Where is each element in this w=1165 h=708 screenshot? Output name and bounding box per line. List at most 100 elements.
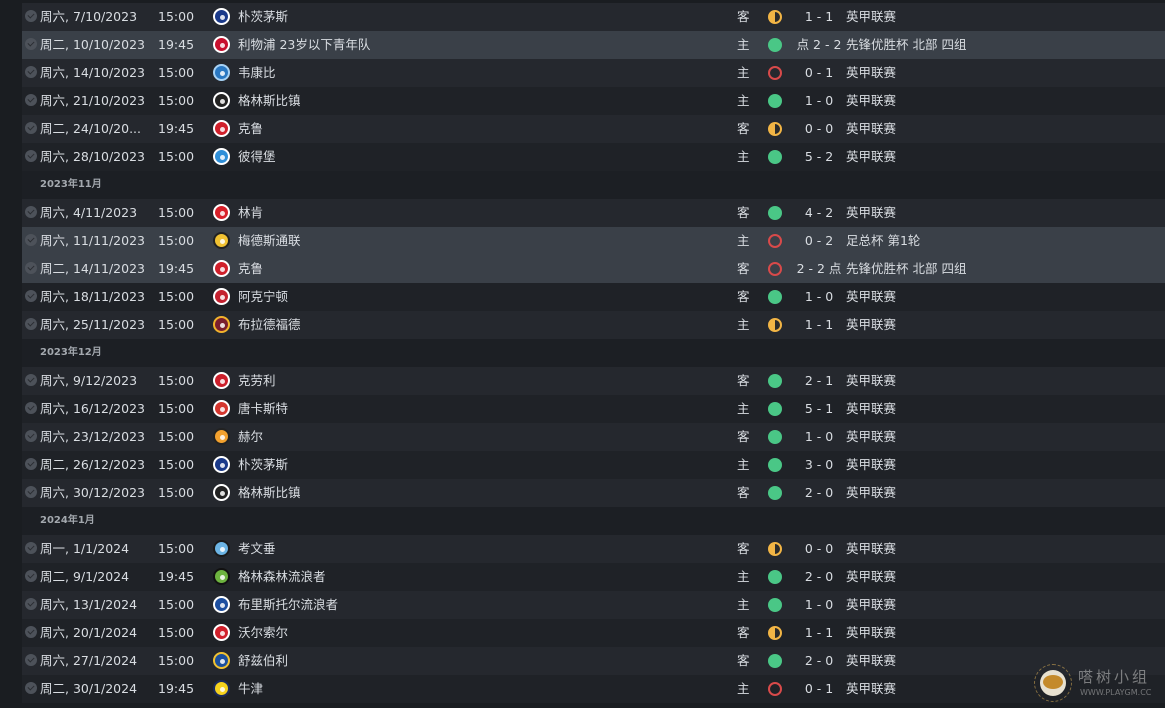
- opponent-name[interactable]: 阿克宁顿: [238, 283, 288, 311]
- opponent-name[interactable]: 利物浦 23岁以下青年队: [238, 31, 370, 59]
- opponent-name[interactable]: 林肯: [238, 199, 263, 227]
- match-score[interactable]: 0 - 0: [788, 115, 850, 143]
- fixture-row[interactable]: 周六, 18/11/2023 15:00 阿克宁顿 客 1 - 0 英甲联赛: [22, 283, 1165, 311]
- match-score[interactable]: 0 - 2: [788, 227, 850, 255]
- fixture-row[interactable]: 周六, 28/10/2023 15:00 彼得堡 主 5 - 2 英甲联赛: [22, 143, 1165, 171]
- competition-name[interactable]: 英甲联赛: [846, 115, 896, 143]
- opponent-name[interactable]: 沃尔索尔: [238, 619, 288, 647]
- competition-name[interactable]: 英甲联赛: [846, 535, 896, 563]
- fixture-row[interactable]: 周一, 1/1/2024 15:00 考文垂 客 0 - 0 英甲联赛: [22, 535, 1165, 563]
- oxford-crest-icon[interactable]: [213, 680, 230, 697]
- match-score[interactable]: 5 - 1: [788, 395, 850, 423]
- fixture-row[interactable]: 周二, 9/1/2024 19:45 格林森林流浪者 主 2 - 0 英甲联赛: [22, 563, 1165, 591]
- shrewsbury-crest-icon[interactable]: [213, 652, 230, 669]
- grimsby-crest-icon[interactable]: [213, 484, 230, 501]
- doncaster-crest-icon[interactable]: [213, 400, 230, 417]
- fixture-row[interactable]: 周二, 26/12/2023 15:00 朴茨茅斯 主 3 - 0 英甲联赛: [22, 451, 1165, 479]
- match-score[interactable]: 2 - 0: [788, 479, 850, 507]
- match-score[interactable]: 0 - 1: [788, 675, 850, 703]
- opponent-name[interactable]: 克鲁: [238, 115, 263, 143]
- opponent-name[interactable]: 朴茨茅斯: [238, 451, 288, 479]
- coventry-crest-icon[interactable]: [213, 540, 230, 557]
- opponent-name[interactable]: 考文垂: [238, 535, 276, 563]
- match-score[interactable]: 1 - 0: [788, 591, 850, 619]
- portsmouth-crest-icon[interactable]: [213, 456, 230, 473]
- fixture-row[interactable]: 周六, 16/12/2023 15:00 唐卡斯特 主 5 - 1 英甲联赛: [22, 395, 1165, 423]
- walsall-crest-icon[interactable]: [213, 624, 230, 641]
- hull-crest-icon[interactable]: [213, 428, 230, 445]
- competition-name[interactable]: 英甲联赛: [846, 619, 896, 647]
- fixture-row[interactable]: 周六, 23/12/2023 15:00 赫尔 客 1 - 0 英甲联赛: [22, 423, 1165, 451]
- fixture-row[interactable]: 周六, 27/1/2024 15:00 舒兹伯利 客 2 - 0 英甲联赛: [22, 647, 1165, 675]
- match-score[interactable]: 5 - 2: [788, 143, 850, 171]
- competition-name[interactable]: 英甲联赛: [846, 311, 896, 339]
- opponent-name[interactable]: 牛津: [238, 675, 263, 703]
- fixture-row[interactable]: 周六, 13/1/2024 15:00 布里斯托尔流浪者 主 1 - 0 英甲联赛: [22, 591, 1165, 619]
- fixture-row[interactable]: 周二, 24/10/20... 19:45 克鲁 客 0 - 0 英甲联赛: [22, 115, 1165, 143]
- competition-name[interactable]: 足总杯 第1轮: [846, 227, 920, 255]
- fixture-row[interactable]: 周六, 21/10/2023 15:00 格林斯比镇 主 1 - 0 英甲联赛: [22, 87, 1165, 115]
- match-score[interactable]: 3 - 0: [788, 451, 850, 479]
- opponent-name[interactable]: 克鲁: [238, 255, 263, 283]
- fixture-row[interactable]: 周六, 11/11/2023 15:00 梅德斯通联 主 0 - 2 足总杯 第1轮: [22, 227, 1165, 255]
- bradford-crest-icon[interactable]: [213, 316, 230, 333]
- match-score[interactable]: 1 - 1: [788, 619, 850, 647]
- forest-green-crest-icon[interactable]: [213, 568, 230, 585]
- match-score[interactable]: 1 - 1: [788, 311, 850, 339]
- fixture-row[interactable]: 周六, 9/12/2023 15:00 克劳利 客 2 - 1 英甲联赛: [22, 367, 1165, 395]
- opponent-name[interactable]: 格林斯比镇: [238, 479, 301, 507]
- grimsby-crest-icon[interactable]: [213, 92, 230, 109]
- fixture-row[interactable]: 周二, 10/10/2023 19:45 利物浦 23岁以下青年队 主 点 2 - 2先…: [22, 31, 1165, 59]
- competition-name[interactable]: 英甲联赛: [846, 367, 896, 395]
- match-score[interactable]: 0 - 0: [788, 535, 850, 563]
- fixture-row[interactable]: 周六, 14/10/2023 15:00 韦康比 主 0 - 1 英甲联赛: [22, 59, 1165, 87]
- competition-name[interactable]: 先锋优胜杯 北部 四组: [846, 31, 966, 59]
- match-score[interactable]: 1 - 0: [788, 423, 850, 451]
- opponent-name[interactable]: 韦康比: [238, 59, 276, 87]
- wycombe-crest-icon[interactable]: [213, 64, 230, 81]
- match-score[interactable]: 2 - 0: [788, 647, 850, 675]
- opponent-name[interactable]: 布拉德福德: [238, 311, 301, 339]
- competition-name[interactable]: 英甲联赛: [846, 647, 896, 675]
- opponent-name[interactable]: 朴茨茅斯: [238, 3, 288, 31]
- liverpool-crest-icon[interactable]: [213, 36, 230, 53]
- peterborough-crest-icon[interactable]: [213, 148, 230, 165]
- fixture-row[interactable]: 周六, 4/11/2023 15:00 林肯 客 4 - 2 英甲联赛: [22, 199, 1165, 227]
- fixture-row[interactable]: 周二, 30/1/2024 19:45 牛津 主 0 - 1 英甲联赛: [22, 675, 1165, 703]
- portsmouth-crest-icon[interactable]: [213, 8, 230, 25]
- opponent-name[interactable]: 唐卡斯特: [238, 395, 288, 423]
- competition-name[interactable]: 英甲联赛: [846, 283, 896, 311]
- competition-name[interactable]: 英甲联赛: [846, 451, 896, 479]
- fixture-row[interactable]: 周六, 7/10/2023 15:00 朴茨茅斯 客 1 - 1 英甲联赛: [22, 3, 1165, 31]
- competition-name[interactable]: 英甲联赛: [846, 87, 896, 115]
- competition-name[interactable]: 英甲联赛: [846, 591, 896, 619]
- competition-name[interactable]: 英甲联赛: [846, 143, 896, 171]
- competition-name[interactable]: 英甲联赛: [846, 675, 896, 703]
- fixture-row[interactable]: 周二, 14/11/2023 19:45 克鲁 客 2 - 2 点先锋优胜杯 北部 四组: [22, 255, 1165, 283]
- competition-name[interactable]: 英甲联赛: [846, 3, 896, 31]
- match-score[interactable]: 1 - 0: [788, 283, 850, 311]
- opponent-name[interactable]: 赫尔: [238, 423, 263, 451]
- competition-name[interactable]: 英甲联赛: [846, 59, 896, 87]
- competition-name[interactable]: 英甲联赛: [846, 395, 896, 423]
- match-score[interactable]: 2 - 1: [788, 367, 850, 395]
- opponent-name[interactable]: 格林斯比镇: [238, 87, 301, 115]
- match-score[interactable]: 0 - 1: [788, 59, 850, 87]
- competition-name[interactable]: 先锋优胜杯 北部 四组: [846, 255, 966, 283]
- opponent-name[interactable]: 梅德斯通联: [238, 227, 301, 255]
- match-score[interactable]: 2 - 2 点: [788, 255, 850, 283]
- match-score[interactable]: 1 - 0: [788, 87, 850, 115]
- competition-name[interactable]: 英甲联赛: [846, 479, 896, 507]
- match-score[interactable]: 点 2 - 2: [788, 31, 850, 59]
- lincoln-crest-icon[interactable]: [213, 204, 230, 221]
- fixture-row[interactable]: 周六, 30/12/2023 15:00 格林斯比镇 客 2 - 0 英甲联赛: [22, 479, 1165, 507]
- bristol-rovers-crest-icon[interactable]: [213, 596, 230, 613]
- competition-name[interactable]: 英甲联赛: [846, 423, 896, 451]
- opponent-name[interactable]: 舒兹伯利: [238, 647, 288, 675]
- opponent-name[interactable]: 彼得堡: [238, 143, 276, 171]
- maidstone-crest-icon[interactable]: [213, 232, 230, 249]
- fixture-row[interactable]: 周六, 20/1/2024 15:00 沃尔索尔 客 1 - 1 英甲联赛: [22, 619, 1165, 647]
- opponent-name[interactable]: 格林森林流浪者: [238, 563, 326, 591]
- match-score[interactable]: 1 - 1: [788, 3, 850, 31]
- accrington-crest-icon[interactable]: [213, 288, 230, 305]
